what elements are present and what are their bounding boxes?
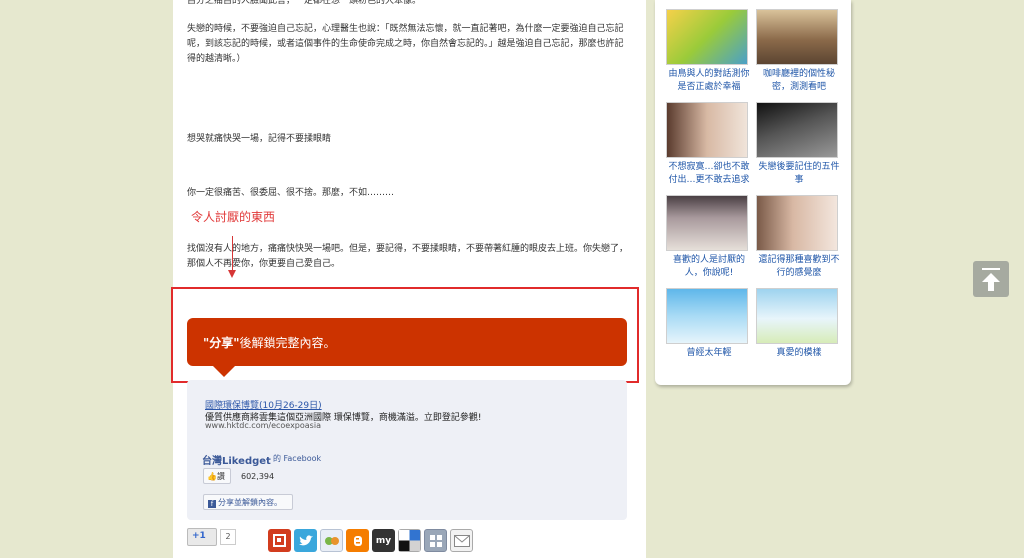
article-paragraph: 你一定很痛苦、很委屈、很不捨。那麼，不如……… [187, 188, 395, 198]
related-article-thumbnail[interactable] [756, 102, 838, 158]
related-article-thumbnail[interactable] [666, 102, 748, 158]
facebook-icon: f [208, 500, 216, 508]
related-article-thumbnail[interactable] [666, 195, 748, 251]
facebook-like-button[interactable]: 👍讚 [203, 468, 231, 484]
arrow-stem [988, 282, 994, 291]
article-paragraph: 失戀的時候，不要強迫自己忘記，心理醫生也說：「既然無法忘懷，就一直記著吧，為什麼… [187, 24, 624, 64]
related-article-tile[interactable]: 曾經太年輕 [666, 288, 752, 360]
twitter-icon[interactable] [294, 529, 317, 552]
plurk-icon[interactable] [268, 529, 291, 552]
facebook-page-name[interactable]: 台灣Likedget [202, 452, 271, 467]
article-column: 自分之痛自的人臉聞此言，一定都在想一頭粉色的大笨像。 失戀的時候，不要強迫自己忘… [171, 0, 646, 558]
myspace-icon[interactable]: my [372, 529, 395, 552]
article-paragraph: 找個沒有人的地方，痛痛快快哭一場吧。但是，要記得，不要揉眼睛，不要帶著紅腫的眼皮… [187, 244, 629, 269]
related-article-thumbnail[interactable] [756, 288, 838, 344]
digg-icon[interactable] [424, 529, 447, 552]
like-count: 602,394 [241, 472, 275, 481]
share-unlock-banner[interactable]: "分享"後解鎖完整內容。 [187, 318, 627, 366]
related-articles-sidebar: 由鳥與人的對話測你是否正處於幸福 咖啡廳裡的個性秘密，測測看吧 不想寂寞…卻也不… [655, 0, 851, 385]
share-unlock-bold: "分享" [203, 336, 240, 350]
arrow-up-icon [982, 273, 1000, 282]
social-share-icons: my [268, 529, 473, 552]
related-article-tile[interactable]: 由鳥與人的對話測你是否正處於幸福 [666, 9, 752, 94]
related-article-caption[interactable]: 由鳥與人的對話測你是否正處於幸福 [666, 68, 752, 94]
related-article-caption[interactable]: 失戀後要記住的五件事 [756, 161, 842, 187]
thumbs-up-icon: 👍 [207, 472, 217, 481]
ad-url[interactable]: www.hktdc.com/ecoexpoasia [205, 421, 321, 430]
like-label: 讚 [216, 472, 225, 481]
blogger-icon[interactable] [346, 529, 369, 552]
share-banner-tail [213, 366, 235, 377]
related-article-tile[interactable]: 不想寂寞…卻也不敢付出…更不敢去追求 [666, 102, 752, 187]
related-article-caption[interactable]: 還記得那種喜歡到不行的感覺麼 [756, 254, 842, 280]
annotation-label: 令人討厭的東西 [191, 210, 276, 224]
related-article-caption[interactable]: 咖啡廳裡的個性秘密，測測看吧 [756, 68, 842, 94]
related-article-tile[interactable]: 失戀後要記住的五件事 [756, 102, 842, 187]
related-article-tile[interactable]: 喜歡的人是討厭的人，你說呢! [666, 195, 752, 280]
article-paragraph: 自分之痛自的人臉聞此言，一定都在想一頭粉色的大笨像。 [187, 0, 422, 6]
share-label: 分享並解鎖內容。 [218, 498, 282, 507]
google-plus-button[interactable]: +1 [187, 528, 217, 546]
related-article-thumbnail[interactable] [666, 9, 748, 65]
related-article-caption[interactable]: 真愛的模樣 [756, 347, 842, 360]
related-article-caption[interactable]: 曾經太年輕 [666, 347, 752, 360]
related-article-tile[interactable]: 咖啡廳裡的個性秘密，測測看吧 [756, 9, 842, 94]
ad-and-like-box: 國際環保博覽(10月26-29日) 優質供應商將雲集這個亞洲國際 環保博覽，商機… [187, 380, 627, 520]
related-article-thumbnail[interactable] [666, 288, 748, 344]
related-article-thumbnail[interactable] [756, 195, 838, 251]
yahoo-icon[interactable] [320, 529, 343, 552]
related-article-tile[interactable]: 真愛的模樣 [756, 288, 842, 360]
delicious-icon[interactable] [398, 529, 421, 552]
related-article-caption[interactable]: 不想寂寞…卻也不敢付出…更不敢去追求 [666, 161, 752, 187]
email-icon[interactable] [450, 529, 473, 552]
related-article-caption[interactable]: 喜歡的人是討厭的人，你說呢! [666, 254, 752, 280]
annotation-arrow [232, 236, 233, 272]
share-unlock-text: 後解鎖完整內容。 [239, 336, 336, 350]
google-plus-count: 2 [220, 529, 236, 545]
annotation-arrowhead [228, 270, 236, 278]
related-article-thumbnail[interactable] [756, 9, 838, 65]
facebook-suffix[interactable]: 的 Facebook [273, 453, 321, 464]
back-to-top-button[interactable] [973, 261, 1009, 297]
related-article-tile[interactable]: 還記得那種喜歡到不行的感覺麼 [756, 195, 842, 280]
back-to-top-icon [982, 268, 1000, 270]
article-paragraph: 想哭就痛快哭一場，記得不要揉眼睛 [187, 134, 332, 144]
facebook-share-button[interactable]: f 分享並解鎖內容。 [203, 494, 293, 510]
